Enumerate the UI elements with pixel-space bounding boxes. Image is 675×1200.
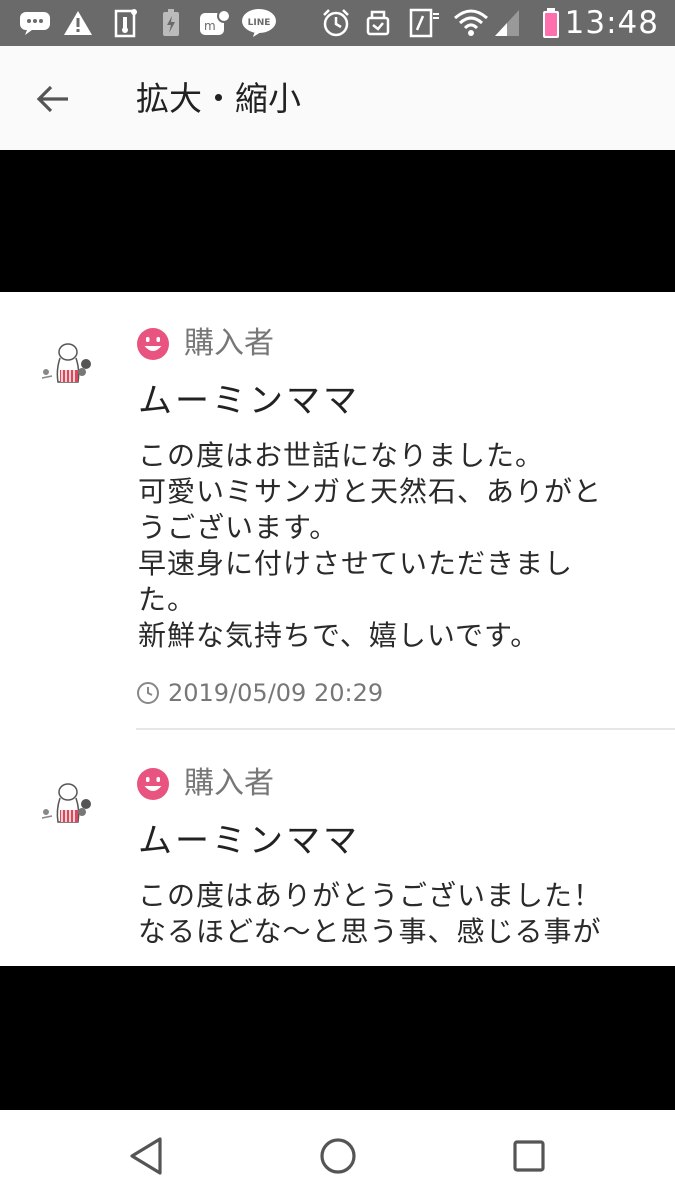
review-line: この度はお世話になりました。	[138, 439, 545, 472]
signal-icon	[492, 8, 522, 38]
clock-icon	[137, 682, 159, 704]
square-recents-icon	[513, 1140, 545, 1172]
role-label: 購入者	[184, 766, 274, 801]
bottom-black-band	[0, 966, 675, 1110]
back-button[interactable]	[30, 76, 76, 122]
buyer-role: 購入者	[136, 764, 274, 804]
reviewer-name: ムーミンママ	[138, 821, 360, 861]
nav-home-button[interactable]	[314, 1132, 362, 1180]
review-text: この度はありがとうございました！ なるほどな〜と思う事、感じる事が	[138, 878, 663, 950]
status-bar: m LINE 13:48	[0, 0, 675, 46]
review-line: 早速身に付けさせていただきまし	[138, 547, 574, 580]
reviewer-name: ムーミンママ	[138, 381, 360, 421]
battery-saver-icon	[158, 8, 184, 38]
role-label: 購入者	[184, 326, 274, 361]
avatar[interactable]	[34, 768, 100, 834]
nav-back-button[interactable]	[122, 1132, 170, 1180]
review-line: うございます。	[138, 511, 339, 544]
review-line: この度はありがとうございました！	[138, 879, 603, 912]
smiley-face-icon	[137, 768, 169, 800]
review-line: 新鮮な気持ちで、嬉しいです。	[138, 619, 540, 652]
arrow-left-icon	[36, 85, 68, 113]
review-text: この度はお世話になりました。 可愛いミサンガと天然石、ありがと うございます。 …	[138, 438, 663, 654]
battery-icon	[540, 8, 562, 38]
status-time: 13:48	[564, 5, 659, 41]
avatar[interactable]	[34, 328, 100, 394]
review-item: 購入者 ムーミンママ この度はお世話になりました。 可愛いミサンガと天然石、あり…	[0, 292, 675, 732]
notification-icon	[364, 8, 392, 38]
app-bar: 拡大・縮小	[0, 46, 675, 150]
message-icon	[18, 8, 52, 38]
smiley-face-icon	[137, 328, 169, 360]
buyer-role: 購入者	[136, 324, 274, 364]
mercari-app-icon: m	[198, 8, 232, 38]
nfc-icon	[408, 8, 442, 38]
line-app-icon: LINE	[240, 8, 278, 38]
review-line: 可愛いミサンガと天然石、ありがと	[138, 475, 603, 508]
review-item: 購入者 ムーミンママ この度はありがとうございました！ なるほどな〜と思う事、感…	[0, 732, 675, 966]
review-line: なるほどな〜と思う事、感じる事が	[138, 915, 602, 948]
nav-recents-button[interactable]	[505, 1132, 553, 1180]
review-line: た。	[138, 583, 197, 616]
top-black-band	[0, 150, 675, 292]
circle-home-icon	[320, 1138, 356, 1174]
triangle-back-icon	[130, 1137, 162, 1175]
navigation-bar	[0, 1110, 675, 1200]
page-title: 拡大・縮小	[136, 79, 301, 118]
timestamp: 2019/05/09 20:29	[168, 679, 384, 707]
alarm-icon	[320, 8, 352, 38]
svg-text:LINE: LINE	[248, 18, 271, 28]
warning-icon	[62, 8, 94, 38]
divider	[136, 728, 675, 730]
thermometer-icon	[112, 8, 140, 38]
svg-text:m: m	[204, 19, 216, 33]
wifi-icon	[452, 8, 490, 38]
review-list[interactable]: 購入者 ムーミンママ この度はお世話になりました。 可愛いミサンガと天然石、あり…	[0, 292, 675, 966]
timestamp-row: 2019/05/09 20:29	[136, 678, 383, 708]
